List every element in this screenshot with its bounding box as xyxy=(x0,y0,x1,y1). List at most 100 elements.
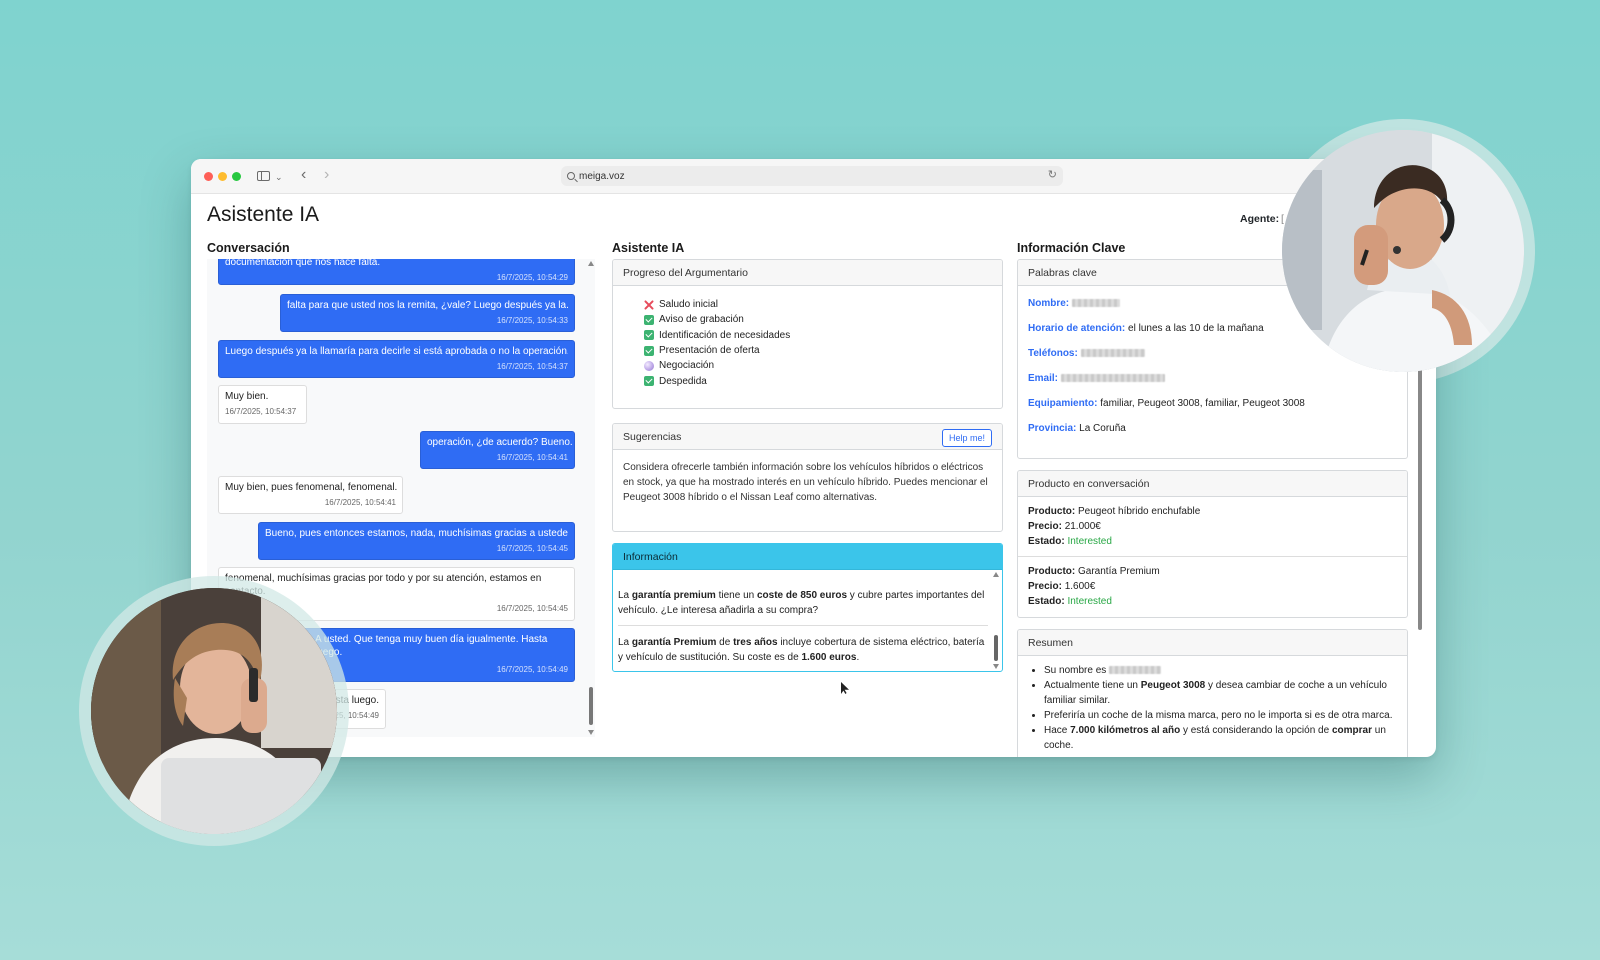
summary-card: Resumen Su nombre es Actualmente tiene u… xyxy=(1017,629,1408,757)
key-info-title: Información Clave xyxy=(1017,241,1126,255)
minimize-window-button[interactable] xyxy=(218,172,227,181)
info-bold: tres años xyxy=(733,637,778,648)
client-avatar xyxy=(91,588,337,834)
progress-item: Aviso de grabación xyxy=(644,312,1002,327)
information-card-header: Información xyxy=(613,544,1002,570)
product-label: Producto: xyxy=(1028,506,1076,517)
progress-item: Negociación xyxy=(644,358,1002,373)
close-window-button[interactable] xyxy=(204,172,213,181)
checkmark-icon xyxy=(644,376,654,387)
keyword-key: Provincia: xyxy=(1028,423,1077,434)
scroll-down-icon[interactable] xyxy=(993,664,999,669)
chevron-down-icon[interactable]: ⌄ xyxy=(275,168,283,186)
keyword-key: Equipamiento: xyxy=(1028,398,1098,409)
message-time: 16/7/2025, 10:54:29 xyxy=(496,273,568,282)
scroll-up-icon[interactable] xyxy=(993,572,999,577)
keyword-key: Email: xyxy=(1028,373,1059,384)
conversation-scrollbar[interactable] xyxy=(587,259,596,737)
checkmark-icon xyxy=(644,314,654,325)
progress-item: Identificación de necesidades xyxy=(644,328,1002,343)
scroll-down-icon[interactable] xyxy=(588,730,594,735)
message-time: 16/7/2025, 10:54:45 xyxy=(496,544,568,553)
suggestion-text: Considera ofrecerle también información … xyxy=(623,462,988,503)
info-text: tiene un xyxy=(715,590,757,601)
conversation-title: Conversación xyxy=(207,241,290,255)
scroll-up-icon[interactable] xyxy=(588,261,594,266)
checkmark-icon xyxy=(644,345,654,356)
sidebar-toggle-icon[interactable] xyxy=(257,171,270,181)
products-card-header: Producto en conversación xyxy=(1018,471,1407,497)
scroll-thumb[interactable] xyxy=(589,687,593,725)
status-badge: Interested xyxy=(1067,536,1112,547)
information-body[interactable]: La garantía premium tiene un coste de 85… xyxy=(613,570,1002,671)
chat-message: Muy bien. 16/7/2025, 10:54:37 xyxy=(218,385,307,424)
agent-avatar xyxy=(1282,130,1524,372)
product-name: Garantía Premium xyxy=(1078,566,1160,577)
message-time: 16/7/2025, 10:54:37 xyxy=(225,407,297,416)
agent-value: [ xyxy=(1281,213,1284,225)
url-text: meiga.voz xyxy=(579,170,625,182)
summary-bold: comprar xyxy=(1331,725,1372,736)
chat-message: Bueno, pues entonces estamos, nada, much… xyxy=(258,522,575,560)
keyword-row: Provincia: La Coruña xyxy=(1018,416,1407,441)
search-icon xyxy=(567,172,575,180)
summary-text: Actualmente tiene un xyxy=(1044,680,1141,691)
chat-message: falta para que usted nos la remita, ¿val… xyxy=(280,294,575,332)
progress-item-label: Presentación de oferta xyxy=(659,345,760,357)
back-icon[interactable]: ‹ xyxy=(301,166,306,184)
product-name: Peugeot híbrido enchufable xyxy=(1078,506,1201,517)
product-item: Producto: Peugeot híbrido enchufable Pre… xyxy=(1018,497,1407,556)
progress-item-label: Negociación xyxy=(659,360,715,372)
keyword-value: La Coruña xyxy=(1079,423,1126,434)
information-scrollbar[interactable] xyxy=(992,570,1000,671)
summary-item: Su nombre es xyxy=(1044,663,1397,678)
information-entry: La garantía premium tiene un coste de 85… xyxy=(618,588,988,618)
price-label: Precio: xyxy=(1028,521,1062,532)
summary-text: y está considerando la opción de xyxy=(1180,725,1332,736)
forward-icon[interactable]: › xyxy=(324,166,329,184)
message-text: Luego después ya la llamaría para decirl… xyxy=(225,346,568,357)
suggestions-card-header: Sugerencias Help me! xyxy=(613,424,1002,450)
chat-message: operación, ¿de acuerdo? Bueno. 16/7/2025… xyxy=(420,431,575,469)
progress-card-header: Progreso del Argumentario xyxy=(613,260,1002,286)
checkmark-icon xyxy=(644,330,654,341)
summary-item: Actualmente tiene un Peugeot 3008 y dese… xyxy=(1044,678,1397,708)
scroll-thumb[interactable] xyxy=(1418,364,1422,630)
reload-icon[interactable]: ↻ xyxy=(1048,168,1057,181)
info-text: La xyxy=(618,637,632,648)
page-title: Asistente IA xyxy=(207,203,320,226)
progress-item-label: Aviso de grabación xyxy=(659,314,744,326)
redacted-value xyxy=(1080,349,1145,358)
page-content: Asistente IA Agente: [ Conversación Asis… xyxy=(191,194,1436,757)
browser-window: ⌄ ‹ › meiga.voz ↻ Asistente IA Agente: [… xyxy=(191,159,1436,757)
cross-icon xyxy=(644,300,654,310)
message-time: 16/7/2025, 10:54:37 xyxy=(496,362,568,371)
products-card: Producto en conversación Producto: Peuge… xyxy=(1017,470,1408,618)
address-bar[interactable]: meiga.voz ↻ xyxy=(561,166,1063,186)
page-scrollbar[interactable] xyxy=(1416,364,1424,757)
status-label: Estado: xyxy=(1028,596,1065,607)
redacted-value xyxy=(1071,299,1120,308)
scroll-thumb[interactable] xyxy=(994,635,998,661)
message-text: Muy bien. xyxy=(225,391,269,402)
info-bold: coste de 850 euros xyxy=(756,590,848,601)
keyword-row: Equipamiento: familiar, Peugeot 3008, fa… xyxy=(1018,391,1407,416)
suggestions-card: Sugerencias Help me! Considera ofrecerle… xyxy=(612,423,1003,532)
chat-message: Muy bien, pues fenomenal, fenomenal. 16/… xyxy=(218,476,403,514)
progress-item-label: Identificación de necesidades xyxy=(659,329,791,341)
maximize-window-button[interactable] xyxy=(232,172,241,181)
message-text: Bueno, pues entonces estamos, nada, much… xyxy=(265,528,568,539)
summary-bold: Peugeot 3008 xyxy=(1140,680,1206,691)
product-label: Producto: xyxy=(1028,566,1076,577)
message-text: operación, ¿de acuerdo? Bueno. xyxy=(427,437,573,448)
information-entry: La garantía Premium de tres años incluye… xyxy=(618,635,988,665)
message-text: documentación que nos hace falta. xyxy=(225,259,381,268)
keyword-value: el lunes a las 10 de la mañana xyxy=(1128,323,1264,334)
summary-text: Hace xyxy=(1044,725,1071,736)
help-me-button[interactable]: Help me! xyxy=(941,429,992,447)
redacted-value xyxy=(1060,374,1165,383)
progress-card: Progreso del Argumentario Saludo inicial… xyxy=(612,259,1003,409)
message-text: falta para que usted nos la remita, ¿val… xyxy=(287,300,568,311)
message-time: 16/7/2025, 10:54:41 xyxy=(324,498,396,507)
status-badge: Interested xyxy=(1067,596,1112,607)
